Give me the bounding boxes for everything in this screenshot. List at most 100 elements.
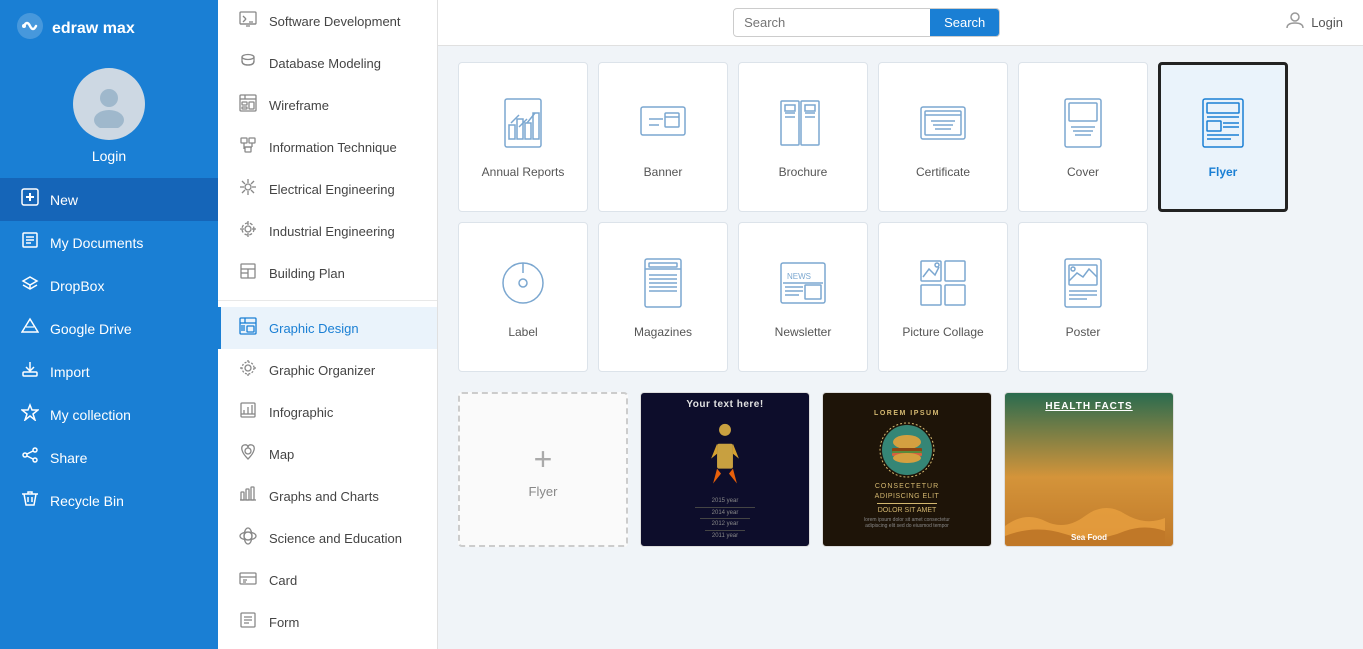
preview-blank-flyer[interactable]: + Flyer xyxy=(458,392,628,547)
header-login[interactable]: Login xyxy=(1285,10,1343,35)
sidebar-item-my-collection[interactable]: My collection xyxy=(0,393,218,436)
mid-nav-item-graphic-design[interactable]: Graphic Design xyxy=(218,307,437,349)
mid-nav-item-building-plan[interactable]: Building Plan xyxy=(218,252,437,294)
mid-nav-label-electrical-engineering: Electrical Engineering xyxy=(269,182,395,197)
new-icon xyxy=(20,188,40,211)
template-card-certificate[interactable]: Certificate xyxy=(878,62,1008,212)
mid-nav-item-wireframe[interactable]: Wireframe xyxy=(218,84,437,126)
mid-nav-label-industrial-engineering: Industrial Engineering xyxy=(269,224,395,239)
mid-navigation: Software Development Database Modeling W… xyxy=(218,0,438,649)
import-icon xyxy=(20,360,40,383)
wireframe-icon xyxy=(237,94,259,116)
share-icon xyxy=(20,446,40,469)
annual-reports-label: Annual Reports xyxy=(482,165,565,179)
template-card-brochure[interactable]: Brochure xyxy=(738,62,868,212)
recycle-bin-icon xyxy=(20,489,40,512)
magazines-label: Magazines xyxy=(634,325,692,339)
mid-nav-label-map: Map xyxy=(269,447,294,462)
infographic-icon xyxy=(237,401,259,423)
sidebar-item-label-my-documents: My Documents xyxy=(50,235,143,251)
graphic-design-icon xyxy=(237,317,259,339)
sidebar-item-my-documents[interactable]: My Documents xyxy=(0,221,218,264)
sidebar-item-google-drive[interactable]: Google Drive xyxy=(0,307,218,350)
sidebar-item-label-share: Share xyxy=(50,450,87,466)
my-documents-icon xyxy=(20,231,40,254)
mid-nav-label-software-development: Software Development xyxy=(269,14,401,29)
poster-icon xyxy=(1055,255,1111,317)
mid-nav-label-wireframe: Wireframe xyxy=(269,98,329,113)
my-collection-icon xyxy=(20,403,40,426)
mid-nav-label-graphic-design: Graphic Design xyxy=(269,321,359,336)
template-card-cover[interactable]: Cover xyxy=(1018,62,1148,212)
mid-nav-label-graphic-organizer: Graphic Organizer xyxy=(269,363,375,378)
mid-nav-label-information-technique: Information Technique xyxy=(269,140,397,155)
mid-nav-item-infographic[interactable]: Infographic xyxy=(218,391,437,433)
mid-nav-label-database-modeling: Database Modeling xyxy=(269,56,381,71)
avatar-login-label[interactable]: Login xyxy=(92,148,126,164)
logo-area[interactable]: edraw max xyxy=(0,0,218,58)
template-card-magazines[interactable]: Magazines xyxy=(598,222,728,372)
certificate-icon xyxy=(915,95,971,157)
sidebar-item-dropbox[interactable]: DropBox xyxy=(0,264,218,307)
search-box: Search xyxy=(733,8,1000,37)
mid-nav-label-building-plan: Building Plan xyxy=(269,266,345,281)
mid-nav-item-information-technique[interactable]: Information Technique xyxy=(218,126,437,168)
picture-collage-icon xyxy=(915,255,971,317)
dropbox-icon xyxy=(20,274,40,297)
content-area: Annual Reports Banner xyxy=(438,46,1363,649)
sidebar: edraw max Login New xyxy=(0,0,218,649)
mid-nav-item-form[interactable]: Form xyxy=(218,601,437,643)
cover-label: Cover xyxy=(1067,165,1099,179)
template-card-banner[interactable]: Banner xyxy=(598,62,728,212)
template-card-annual-reports[interactable]: Annual Reports xyxy=(458,62,588,212)
template-card-flyer[interactable]: Flyer xyxy=(1158,62,1288,212)
header: Search Login xyxy=(438,0,1363,46)
flyer-label: Flyer xyxy=(1209,165,1238,179)
poster-label: Poster xyxy=(1066,325,1101,339)
svg-text:NEWS: NEWS xyxy=(787,272,811,281)
preview-health-flyer[interactable]: HEALTH FACTS Sea Food xyxy=(1004,392,1174,547)
sidebar-item-share[interactable]: Share xyxy=(0,436,218,479)
cover-icon xyxy=(1055,95,1111,157)
mid-nav-item-electrical-engineering[interactable]: Electrical Engineering xyxy=(218,168,437,210)
template-type-grid: Annual Reports Banner xyxy=(458,62,1343,372)
app-logo-text: edraw max xyxy=(52,20,135,38)
mid-nav-divider xyxy=(218,300,437,301)
logo-icon xyxy=(16,12,44,46)
mid-nav-item-database-modeling[interactable]: Database Modeling xyxy=(218,42,437,84)
newsletter-icon: NEWS xyxy=(775,255,831,317)
main-content: Search Login xyxy=(438,0,1363,649)
mid-nav-item-software-development[interactable]: Software Development xyxy=(218,0,437,42)
database-modeling-icon xyxy=(237,52,259,74)
search-input[interactable] xyxy=(734,10,930,35)
preview-burger-flyer[interactable]: LOREM IPSUM xyxy=(822,392,992,547)
sidebar-item-label-import: Import xyxy=(50,364,90,380)
label-card-label: Label xyxy=(508,325,537,339)
template-card-poster[interactable]: Poster xyxy=(1018,222,1148,372)
mid-nav-label-graphs-charts: Graphs and Charts xyxy=(269,489,379,504)
preview-space-flyer[interactable]: Your text here! 2015 year xyxy=(640,392,810,547)
sidebar-item-recycle-bin[interactable]: Recycle Bin xyxy=(0,479,218,522)
brochure-icon xyxy=(775,95,831,157)
annual-reports-icon xyxy=(495,95,551,157)
mid-nav-item-card[interactable]: Card xyxy=(218,559,437,601)
electrical-engineering-icon xyxy=(237,178,259,200)
map-icon xyxy=(237,443,259,465)
banner-icon xyxy=(635,95,691,157)
avatar[interactable] xyxy=(73,68,145,140)
mid-nav-item-industrial-engineering[interactable]: Industrial Engineering xyxy=(218,210,437,252)
science-education-icon xyxy=(237,527,259,549)
certificate-label: Certificate xyxy=(916,165,970,179)
template-card-picture-collage[interactable]: Picture Collage xyxy=(878,222,1008,372)
search-button[interactable]: Search xyxy=(930,9,999,36)
preview-grid: + Flyer Your text here! xyxy=(458,392,1343,547)
sidebar-item-import[interactable]: Import xyxy=(0,350,218,393)
mid-nav-item-graphs-charts[interactable]: Graphs and Charts xyxy=(218,475,437,517)
template-card-newsletter[interactable]: NEWS Newsletter xyxy=(738,222,868,372)
template-card-label[interactable]: Label xyxy=(458,222,588,372)
mid-nav-item-graphic-organizer[interactable]: Graphic Organizer xyxy=(218,349,437,391)
mid-nav-item-science-education[interactable]: Science and Education xyxy=(218,517,437,559)
sidebar-item-label-recycle-bin: Recycle Bin xyxy=(50,493,124,509)
sidebar-item-new[interactable]: New xyxy=(0,178,218,221)
mid-nav-item-map[interactable]: Map xyxy=(218,433,437,475)
